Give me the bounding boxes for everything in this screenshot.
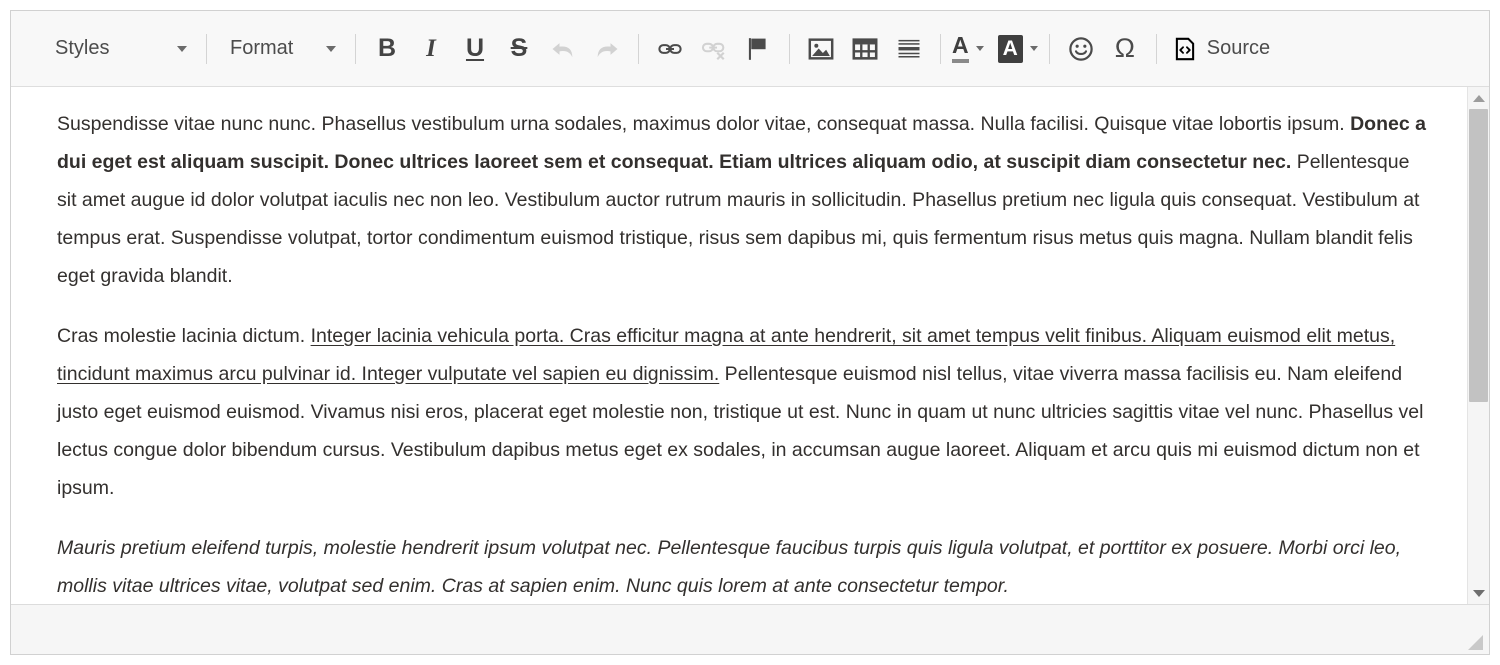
chevron-down-icon [975, 46, 984, 51]
flag-icon [748, 37, 766, 60]
text-color-icon: A [952, 34, 969, 63]
italic-icon: I [426, 35, 436, 62]
undo-arrow-icon [552, 42, 573, 57]
vertical-scrollbar[interactable] [1467, 87, 1489, 604]
chevron-down-icon [1029, 46, 1038, 51]
toolbar-separator [206, 33, 207, 64]
source-button[interactable]: Source [1166, 27, 1276, 71]
unlink-icon [701, 42, 725, 60]
background-color-icon: A [997, 34, 1023, 63]
text-color-button[interactable]: A [950, 27, 986, 71]
toolbar-separator [355, 33, 356, 64]
chevron-down-icon [326, 45, 336, 52]
editor-toolbar: Styles Format B I U S A A Ω Source [11, 11, 1489, 87]
table-button[interactable] [843, 27, 887, 71]
scroll-up-arrow-icon [1472, 94, 1485, 102]
scrollbar-thumb[interactable] [1468, 109, 1488, 403]
toolbar-separator [789, 33, 790, 64]
bold-button[interactable]: B [365, 27, 409, 71]
image-icon [808, 37, 834, 60]
document-paragraph: Suspendisse vitae nunc nunc. Phasellus v… [57, 105, 1433, 295]
italic-button[interactable]: I [409, 27, 453, 71]
styles-dropdown-label: Styles [55, 37, 110, 59]
background-color-button[interactable]: A [996, 27, 1040, 71]
strikethrough-icon: S [510, 34, 528, 62]
rich-text-editor: Styles Format B I U S A A Ω Source Suspe… [10, 10, 1490, 655]
horizontal-rule-button[interactable] [887, 27, 931, 71]
toolbar-separator [1155, 33, 1157, 64]
strikethrough-button[interactable]: S [497, 27, 541, 71]
bold-icon: B [377, 34, 397, 62]
link-button[interactable] [648, 27, 692, 71]
document-paragraph: Cras molestie lacinia dictum. Integer la… [57, 317, 1433, 507]
redo-arrow-icon [597, 42, 618, 57]
text-run: Cras molestie lacinia dictum. [57, 325, 311, 347]
table-icon [852, 37, 878, 60]
horizontal-rule-icon [898, 39, 920, 58]
source-button-label: Source [1206, 37, 1271, 59]
link-icon [658, 43, 682, 54]
styles-dropdown[interactable]: Styles [41, 30, 197, 68]
unlink-button[interactable] [692, 27, 736, 71]
scrollbar-track[interactable] [1467, 109, 1489, 582]
omega-icon: Ω [1114, 33, 1135, 63]
editor-footer [11, 604, 1489, 654]
toolbar-separator [940, 33, 941, 64]
special-character-button[interactable]: Ω [1103, 27, 1147, 71]
underline-button[interactable]: U [453, 27, 497, 71]
text-run: Mauris pretium eleifend turpis, molestie… [57, 537, 1402, 597]
document-paragraph: Mauris pretium eleifend turpis, molestie… [57, 529, 1433, 604]
toolbar-separator [638, 33, 639, 64]
anchor-button[interactable] [736, 27, 780, 71]
editable-content-area[interactable]: Suspendisse vitae nunc nunc. Phasellus v… [11, 87, 1467, 604]
image-button[interactable] [799, 27, 843, 71]
scroll-down-arrow-icon [1472, 589, 1485, 597]
chevron-down-icon [177, 45, 187, 52]
format-dropdown[interactable]: Format [216, 30, 346, 68]
editor-body: Suspendisse vitae nunc nunc. Phasellus v… [11, 87, 1489, 604]
scrollbar-down-button[interactable] [1467, 582, 1489, 604]
scrollbar-up-button[interactable] [1467, 87, 1489, 109]
text-run: Suspendisse vitae nunc nunc. Phasellus v… [57, 113, 1351, 135]
toolbar-separator [1048, 33, 1050, 64]
smiley-icon [1069, 36, 1093, 61]
format-dropdown-label: Format [230, 37, 294, 59]
resize-grip-icon[interactable] [1468, 635, 1483, 650]
redo-button[interactable] [585, 27, 629, 71]
underline-icon: U [465, 34, 485, 62]
undo-button[interactable] [541, 27, 585, 71]
smiley-button[interactable] [1059, 27, 1103, 71]
source-code-icon [1175, 37, 1194, 60]
